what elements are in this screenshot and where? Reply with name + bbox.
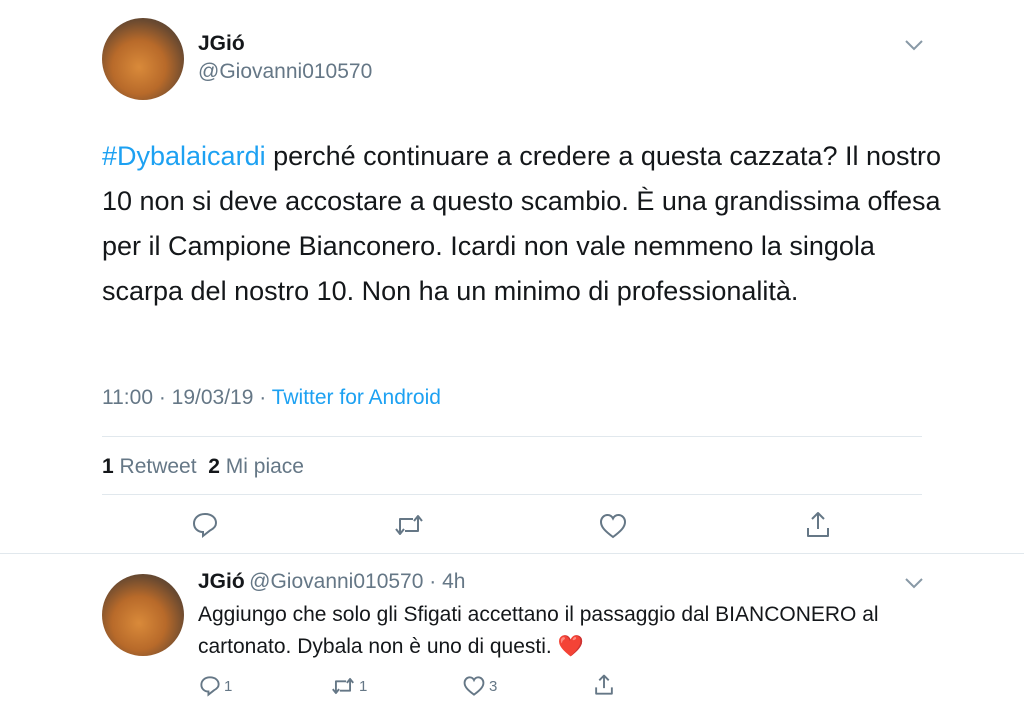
like-label: Mi piace: [225, 455, 304, 478]
retweet-count: 1: [102, 455, 114, 478]
like-stat[interactable]: 2 Mi piace: [208, 455, 304, 478]
like-icon[interactable]: [598, 512, 628, 540]
author-name[interactable]: JGió: [198, 32, 245, 56]
tweet-timestamp: 11:00 · 19/03/19 ·: [102, 386, 272, 409]
reply-retweet-count: 1: [359, 677, 368, 695]
tweet-meta: 11:00 · 19/03/19 · Twitter for Android: [102, 386, 441, 410]
retweet-label: Retweet: [119, 455, 197, 478]
tweet-source-link[interactable]: Twitter for Android: [272, 386, 441, 409]
reply-body: Aggiungo che solo gli Sfigati accettano …: [198, 599, 918, 663]
like-count: 2: [208, 455, 220, 478]
hashtag-link[interactable]: #Dybalaicardi: [102, 141, 266, 171]
reply-count: 1: [224, 677, 233, 695]
share-icon[interactable]: [593, 673, 615, 697]
retweet-stat[interactable]: 1 Retweet: [102, 455, 197, 478]
retweet-icon[interactable]: [393, 511, 425, 539]
reply-text: Aggiungo che solo gli Sfigati accettano …: [198, 603, 879, 658]
reply-author-name[interactable]: JGió: [198, 570, 245, 593]
chevron-down-icon[interactable]: [904, 576, 924, 590]
author-avatar[interactable]: [102, 18, 184, 100]
chevron-down-icon[interactable]: [904, 38, 924, 52]
divider: [0, 553, 1024, 554]
share-icon[interactable]: [804, 510, 832, 540]
author-handle[interactable]: @Giovanni010570: [198, 60, 372, 84]
heart-emoji: ❤️: [557, 635, 584, 658]
reply-header: JGió @Giovanni010570 · 4h: [198, 570, 465, 594]
reply-like-count: 3: [489, 677, 498, 695]
divider: [102, 436, 922, 437]
reply-icon[interactable]: [191, 511, 219, 539]
like-icon[interactable]: 3: [462, 675, 497, 697]
tweet-stats: 1 Retweet 2 Mi piace: [102, 455, 304, 479]
divider: [102, 494, 922, 495]
reply-author-avatar[interactable]: [102, 574, 184, 656]
reply-author-handle[interactable]: @Giovanni010570 · 4h: [249, 570, 465, 593]
reply-icon[interactable]: 1: [199, 675, 232, 697]
retweet-icon[interactable]: 1: [330, 675, 367, 697]
tweet-body: #Dybalaicardi perché continuare a creder…: [102, 134, 942, 314]
